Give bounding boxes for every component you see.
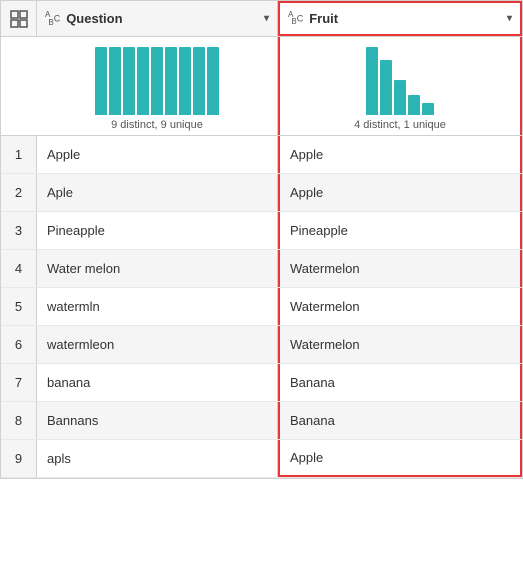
histogram-row: 9 distinct, 9 unique 4 distinct, 1 uniqu… xyxy=(1,37,522,136)
question-column-label: Question xyxy=(66,11,122,26)
row-number: 7 xyxy=(1,364,37,401)
question-cell: Aple xyxy=(37,174,278,211)
question-hist-label: 9 distinct, 9 unique xyxy=(111,119,203,131)
grid-icon xyxy=(10,10,28,28)
f-bar-2 xyxy=(380,60,392,115)
question-cell: Pineapple xyxy=(37,212,278,249)
row-number-header xyxy=(1,1,37,36)
row-number: 3 xyxy=(1,212,37,249)
fruit-dropdown-arrow[interactable]: ▾ xyxy=(507,13,512,24)
row-number: 2 xyxy=(1,174,37,211)
question-cell: watermleon xyxy=(37,326,278,363)
fruit-histogram: 4 distinct, 1 unique xyxy=(278,37,522,135)
question-cell: apls xyxy=(37,440,278,477)
data-table: ABC Question ▾ ABC Fruit ▾ xyxy=(0,0,523,479)
question-bars xyxy=(95,45,219,115)
question-cell: Apple xyxy=(37,136,278,173)
table-row: 3 Pineapple Pineapple xyxy=(1,212,522,250)
table-row: 5 watermln Watermelon xyxy=(1,288,522,326)
row-number: 9 xyxy=(1,440,37,477)
question-cell: banana xyxy=(37,364,278,401)
fruit-cell: Banana xyxy=(278,364,522,401)
header-row: ABC Question ▾ ABC Fruit ▾ xyxy=(1,1,522,37)
q-bar-9 xyxy=(207,47,219,115)
fruit-hist-label: 4 distinct, 1 unique xyxy=(354,119,446,131)
question-histogram: 9 distinct, 9 unique xyxy=(37,37,278,135)
table-row: 9 apls Apple xyxy=(1,440,522,478)
table-row: 1 Apple Apple xyxy=(1,136,522,174)
table-row: 7 banana Banana xyxy=(1,364,522,402)
question-cell: watermln xyxy=(37,288,278,325)
table-row: 6 watermleon Watermelon xyxy=(1,326,522,364)
question-dropdown-arrow[interactable]: ▾ xyxy=(264,13,269,24)
f-bar-4 xyxy=(408,95,420,115)
question-cell: Water melon xyxy=(37,250,278,287)
table-row: 4 Water melon Watermelon xyxy=(1,250,522,288)
f-bar-1 xyxy=(366,47,378,115)
fruit-column-label: Fruit xyxy=(309,11,338,26)
question-cell: Bannans xyxy=(37,402,278,439)
fruit-cell: Pineapple xyxy=(278,212,522,249)
table-row: 8 Bannans Banana xyxy=(1,402,522,440)
fruit-cell: Watermelon xyxy=(278,288,522,325)
table-row: 2 Aple Apple xyxy=(1,174,522,212)
row-number: 5 xyxy=(1,288,37,325)
question-column-header[interactable]: ABC Question ▾ xyxy=(37,1,278,36)
f-bar-3 xyxy=(394,80,406,115)
q-bar-1 xyxy=(95,47,107,115)
question-type-icon: ABC xyxy=(45,10,60,27)
row-number: 4 xyxy=(1,250,37,287)
row-number: 6 xyxy=(1,326,37,363)
q-bar-8 xyxy=(193,47,205,115)
q-bar-4 xyxy=(137,47,149,115)
q-bar-5 xyxy=(151,47,163,115)
fruit-cell: Watermelon xyxy=(278,326,522,363)
data-rows: 1 Apple Apple 2 Aple Apple 3 Pineapple P… xyxy=(1,136,522,478)
fruit-cell: Apple xyxy=(278,174,522,211)
row-number: 1 xyxy=(1,136,37,173)
fruit-column-header[interactable]: ABC Fruit ▾ xyxy=(278,1,522,36)
row-number: 8 xyxy=(1,402,37,439)
fruit-cell: Apple xyxy=(278,440,522,477)
fruit-bars xyxy=(366,45,434,115)
fruit-cell: Apple xyxy=(278,136,522,173)
fruit-cell: Watermelon xyxy=(278,250,522,287)
q-bar-7 xyxy=(179,47,191,115)
f-bar-5 xyxy=(422,103,434,115)
fruit-cell: Banana xyxy=(278,402,522,439)
q-bar-2 xyxy=(109,47,121,115)
q-bar-3 xyxy=(123,47,135,115)
fruit-type-icon: ABC xyxy=(288,10,303,27)
q-bar-6 xyxy=(165,47,177,115)
